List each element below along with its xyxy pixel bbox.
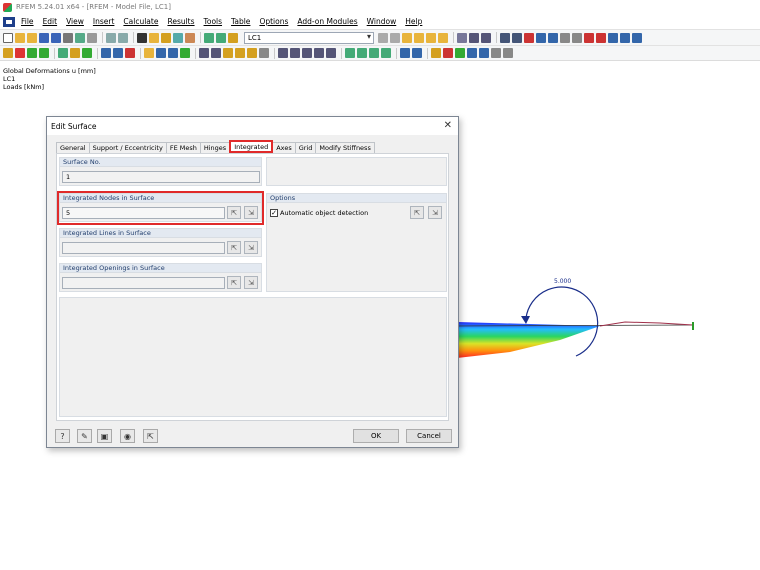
moment-arc [525,286,599,357]
openings-field[interactable] [62,277,225,289]
moment-label: 5.000 [554,278,571,285]
cursor-pick-multi-icon: ⇲ [248,244,254,252]
select-objects-icon: ▣ [100,432,109,441]
tab-support-eccentricity[interactable]: Support / Eccentricity [88,142,167,153]
tab-fe-mesh[interactable]: FE Mesh [165,142,201,153]
edit-surface-dialog: Edit Surface ✕ General Support / Eccentr… [46,116,459,448]
tab-general[interactable]: General [56,142,90,153]
tab-grid[interactable]: Grid [294,142,317,153]
deformation-contour [457,322,600,358]
help-button[interactable]: ? [55,429,70,443]
tab-integrated[interactable]: Integrated [229,140,274,153]
tab-hinges[interactable]: Hinges [199,142,231,153]
eye-icon: ◉ [124,432,131,441]
nodes-highlight [57,191,264,225]
auto-detect-checkbox[interactable]: ✓ [270,209,278,217]
options-label: Options [267,194,446,203]
pick-openings-button[interactable]: ⇱ [227,276,241,289]
pick-lines-button[interactable]: ⇱ [227,241,241,254]
surface-no-field[interactable]: 1 [62,171,260,183]
lines-label: Integrated Lines in Surface [60,229,261,238]
dialog-titlebar: Edit Surface ✕ [47,117,458,135]
help-icon: ? [60,432,65,441]
ok-button[interactable]: OK [353,429,399,443]
units-icon: ✎ [81,432,88,441]
pick-button[interactable]: ⇱ [143,429,158,443]
options-pick-multi-button[interactable]: ⇲ [428,206,442,219]
auto-detect-label: Automatic object detection [280,209,369,217]
moment-arrowhead [521,316,530,324]
openings-group: Integrated Openings in Surface ⇱ ⇲ [59,263,262,292]
cursor-pick-icon: ⇱ [231,244,237,252]
options-group: Options ✓ Automatic object detection ⇱ ⇲ [266,193,447,292]
cancel-button[interactable]: Cancel [406,429,452,443]
lines-group: Integrated Lines in Surface ⇱ ⇲ [59,228,262,257]
pick-icon: ⇱ [147,432,154,441]
tab-axes[interactable]: Axes [272,142,296,153]
pick-lines-multi-button[interactable]: ⇲ [244,241,258,254]
integrated-panel: Surface No. 1 Integrated Nodes in Surfac… [56,153,449,421]
pick-openings-multi-button[interactable]: ⇲ [244,276,258,289]
units-button[interactable]: ✎ [77,429,92,443]
lines-field[interactable] [62,242,225,254]
dialog-title: Edit Surface [51,121,97,131]
cursor-pick-multi-icon: ⇲ [432,209,438,217]
tab-modify-stiffness[interactable]: Modify Stiffness [315,142,375,153]
surface-no-group: Surface No. 1 [59,157,262,186]
openings-label: Integrated Openings in Surface [60,264,261,273]
cursor-pick-multi-icon: ⇲ [248,279,254,287]
top-right-group [266,157,447,186]
rfem-app: RFEM 5.24.01 x64 - [RFEM - Model File, L… [0,0,760,570]
close-icon[interactable]: ✕ [444,120,452,131]
surface-no-label: Surface No. [60,158,261,167]
comment-area[interactable] [59,297,447,417]
select-objects-button[interactable]: ▣ [97,429,112,443]
cursor-pick-icon: ⇱ [414,209,420,217]
cursor-pick-icon: ⇱ [231,279,237,287]
options-pick-button[interactable]: ⇱ [410,206,424,219]
dialog-tabs: General Support / Eccentricity FE Mesh H… [56,140,375,153]
view-button[interactable]: ◉ [120,429,135,443]
